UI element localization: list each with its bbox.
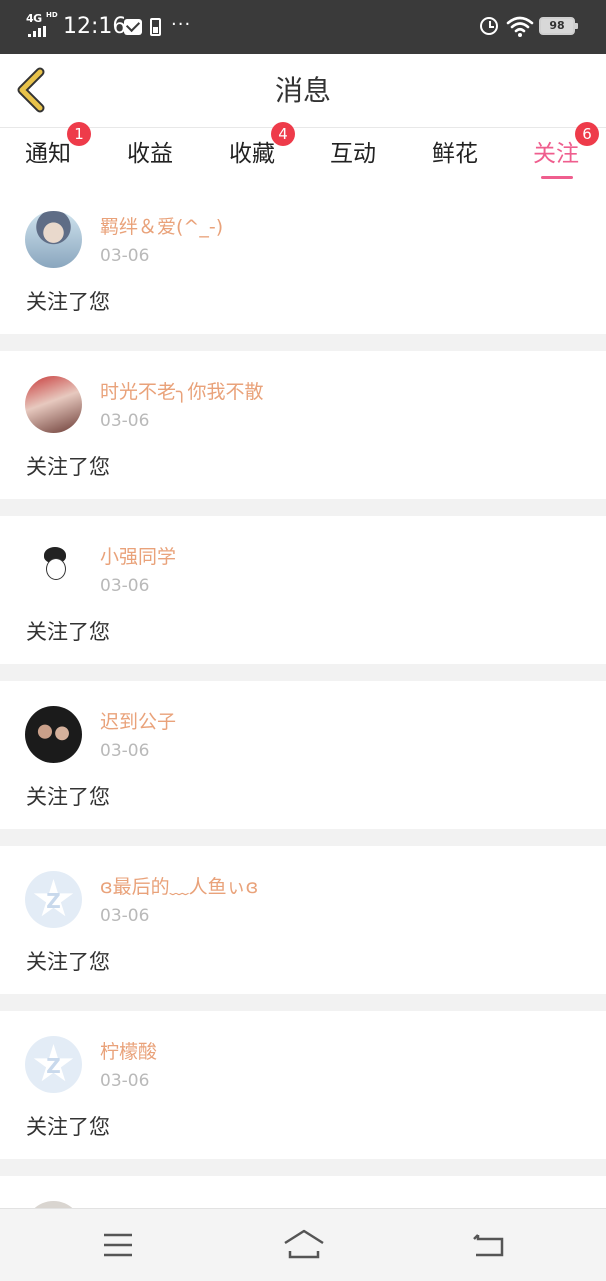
- unread-badge: 6: [575, 122, 599, 146]
- message-date: 03-06: [100, 1071, 150, 1091]
- unread-badge: 4: [271, 122, 295, 146]
- list-item[interactable]: 柠檬酸 03-06 关注了您: [0, 1011, 606, 1159]
- status-time: 12:16: [63, 14, 127, 39]
- status-bar: 4G HD 12:16 ··· 98: [0, 0, 606, 54]
- mail-notification-icon: [124, 19, 142, 35]
- tab-earnings[interactable]: 收益: [127, 128, 187, 186]
- message-date: 03-06: [100, 906, 150, 926]
- tab-notifications[interactable]: 通知 1: [25, 122, 91, 186]
- message-text: 关注了您: [26, 620, 110, 644]
- default-avatar-icon[interactable]: [25, 871, 82, 928]
- username[interactable]: 迟到公子: [100, 709, 176, 735]
- user-avatar[interactable]: [25, 376, 82, 433]
- user-avatar[interactable]: [25, 541, 82, 598]
- alarm-icon: [480, 17, 498, 35]
- username[interactable]: 时光不老╮你我不散: [100, 379, 263, 405]
- message-date: 03-06: [100, 246, 150, 266]
- tab-label: 鲜花: [432, 141, 478, 167]
- tab-label: 通知: [25, 141, 71, 167]
- back-icon[interactable]: [464, 1223, 512, 1267]
- system-nav-bar: [0, 1208, 606, 1281]
- active-tab-indicator: [541, 176, 573, 179]
- message-date: 03-06: [100, 576, 150, 596]
- message-text: 关注了您: [26, 785, 110, 809]
- list-item[interactable]: ɞ最后的﹏人鱼ぃɞ 03-06 关注了您: [0, 846, 606, 994]
- battery-level: 98: [549, 19, 565, 32]
- wifi-icon: [506, 16, 534, 37]
- list-item[interactable]: 小强同学 03-06 关注了您: [0, 516, 606, 664]
- network-sub-type: HD: [46, 11, 58, 19]
- list-item[interactable]: 迟到公子 03-06 关注了您: [0, 681, 606, 829]
- menu-icon[interactable]: [94, 1223, 142, 1267]
- message-date: 03-06: [100, 411, 150, 431]
- unread-badge: 1: [67, 122, 91, 146]
- cellular-signal-icon: 4G HD: [26, 11, 58, 38]
- tab-interactions[interactable]: 互动: [330, 128, 390, 186]
- app-header: 消息: [0, 54, 606, 128]
- home-icon[interactable]: [279, 1223, 329, 1267]
- more-notifications-icon: ···: [171, 14, 192, 35]
- user-avatar[interactable]: [25, 211, 82, 268]
- battery-icon: 98: [539, 17, 578, 35]
- message-text: 关注了您: [26, 950, 110, 974]
- username[interactable]: 柠檬酸: [100, 1039, 157, 1065]
- list-item[interactable]: 羁绊＆爱(^_-) 03-06 关注了您: [0, 186, 606, 334]
- username[interactable]: 羁绊＆爱(^_-): [100, 214, 223, 240]
- tab-label: 收藏: [229, 141, 275, 167]
- username[interactable]: ɞ最后的﹏人鱼ぃɞ: [100, 874, 258, 900]
- page-title: 消息: [274, 74, 331, 107]
- tab-label: 互动: [330, 141, 376, 167]
- default-avatar-icon[interactable]: [25, 1036, 82, 1093]
- tab-label: 关注: [533, 141, 579, 167]
- username[interactable]: 小强同学: [100, 544, 176, 570]
- tab-label: 收益: [127, 141, 173, 167]
- tab-follows[interactable]: 关注 6: [533, 122, 599, 186]
- phone-notification-icon: [150, 18, 161, 36]
- network-type: 4G: [26, 12, 42, 25]
- message-text: 关注了您: [26, 455, 110, 479]
- message-text: 关注了您: [26, 290, 110, 314]
- message-tabs: 通知 1 收益 收藏 4 互动 鲜花 关注 6: [0, 122, 606, 186]
- follow-message-list: 羁绊＆爱(^_-) 03-06 关注了您 时光不老╮你我不散 03-06 关注了…: [0, 186, 606, 1258]
- user-avatar[interactable]: [25, 706, 82, 763]
- tab-favorites[interactable]: 收藏 4: [229, 122, 295, 186]
- message-text: 关注了您: [26, 1115, 110, 1139]
- tab-flowers[interactable]: 鲜花: [432, 128, 492, 186]
- list-item[interactable]: 时光不老╮你我不散 03-06 关注了您: [0, 351, 606, 499]
- message-date: 03-06: [100, 741, 150, 761]
- back-arrow-icon[interactable]: [10, 64, 58, 116]
